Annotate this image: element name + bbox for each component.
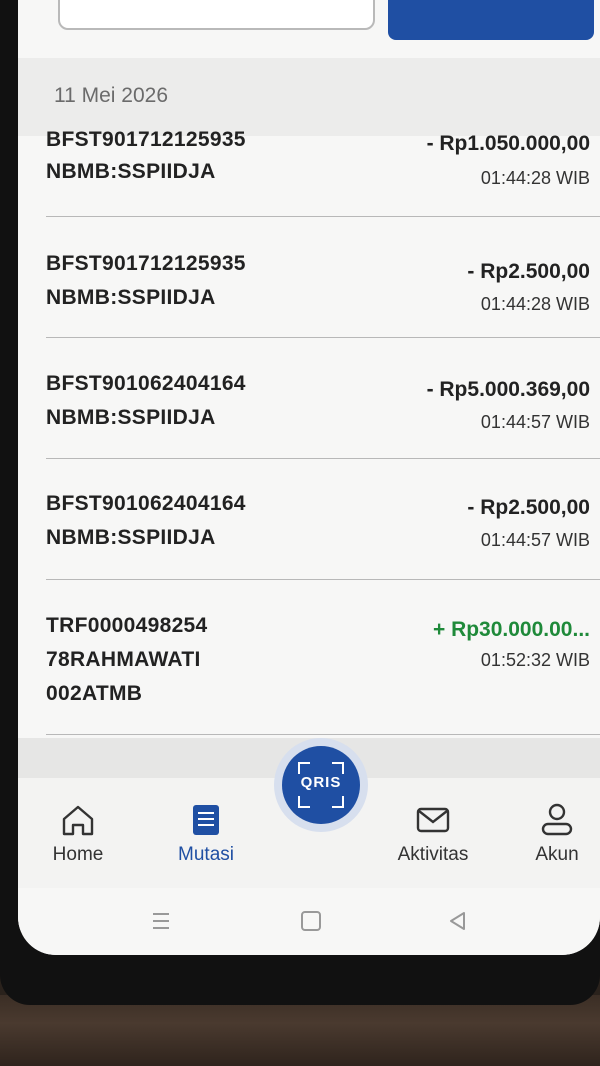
- transaction-desc-line2: 002ATMB: [46, 682, 143, 705]
- table-surface: [0, 995, 600, 1066]
- home-icon: [62, 805, 94, 836]
- recents-icon[interactable]: [146, 906, 176, 936]
- nav-home[interactable]: Home: [23, 778, 133, 866]
- mail-icon: [416, 807, 450, 833]
- transaction-row[interactable]: BFST901712125935 - Rp1.050.000,00 NBMB:S…: [18, 128, 600, 218]
- nav-akun-label: Akun: [535, 844, 579, 865]
- system-nav-bar: [18, 888, 600, 955]
- nav-mutasi[interactable]: Mutasi: [151, 778, 261, 866]
- transaction-ref: BFST901712125935: [46, 252, 246, 275]
- qris-label: QRIS: [300, 774, 342, 791]
- phone-body: 11 Mei 2026 BFST901712125935 - Rp1.050.0…: [0, 0, 600, 1005]
- transaction-desc: NBMB:SSPIIDJA: [46, 406, 216, 429]
- row-divider: [46, 337, 600, 338]
- app-screen: 11 Mei 2026 BFST901712125935 - Rp1.050.0…: [18, 0, 600, 955]
- transaction-ref: BFST901062404164: [46, 372, 246, 395]
- transaction-time: 01:44:57 WIB: [480, 412, 590, 432]
- qris-button[interactable]: QRIS: [282, 746, 360, 824]
- transaction-ref: BFST901062404164: [46, 492, 246, 515]
- filter-button[interactable]: [388, 0, 594, 40]
- scan-corner-icon: [332, 796, 344, 808]
- transaction-desc: 78RAHMAWATI: [46, 648, 201, 671]
- nav-home-label: Home: [52, 844, 104, 865]
- back-icon[interactable]: [442, 906, 472, 936]
- filter-field[interactable]: [58, 0, 375, 30]
- date-label: 11 Mei 2026: [54, 84, 169, 107]
- row-divider: [46, 216, 600, 217]
- home-system-icon[interactable]: [296, 906, 326, 936]
- transaction-ref: BFST901712125935: [46, 128, 246, 151]
- transaction-desc: NBMB:SSPIIDJA: [46, 526, 216, 549]
- nav-akun[interactable]: Akun: [502, 778, 600, 866]
- transaction-time: 01:44:57 WIB: [480, 530, 590, 550]
- transaction-row[interactable]: TRF0000498254 + Rp30.000.00... 78RAHMAWA…: [18, 614, 600, 734]
- transaction-amount: - Rp5.000.369,00: [426, 378, 590, 401]
- list-icon: [193, 805, 219, 835]
- nav-aktivitas[interactable]: Aktivitas: [378, 778, 488, 866]
- scan-corner-icon: [332, 762, 344, 774]
- transaction-time: 01:52:32 WIB: [480, 650, 590, 670]
- scan-corner-icon: [298, 762, 310, 774]
- transaction-amount: + Rp30.000.00...: [432, 618, 590, 641]
- transaction-amount: - Rp2.500,00: [467, 496, 590, 519]
- transaction-time: 01:44:28 WIB: [480, 168, 590, 188]
- nav-mutasi-label: Mutasi: [178, 844, 234, 865]
- row-divider: [46, 734, 600, 735]
- transaction-row[interactable]: BFST901712125935 - Rp2.500,00 NBMB:SSPII…: [18, 252, 600, 342]
- transaction-time: 01:44:28 WIB: [480, 294, 590, 314]
- transaction-row[interactable]: BFST901062404164 - Rp5.000.369,00 NBMB:S…: [18, 372, 600, 462]
- user-icon: [541, 803, 573, 836]
- transaction-desc: NBMB:SSPIIDJA: [46, 160, 216, 183]
- scan-corner-icon: [298, 796, 310, 808]
- transaction-amount: - Rp1.050.000,00: [426, 132, 590, 155]
- transaction-desc: NBMB:SSPIIDJA: [46, 286, 216, 309]
- row-divider: [46, 579, 600, 580]
- nav-aktivitas-label: Aktivitas: [397, 844, 469, 865]
- transaction-row[interactable]: BFST901062404164 - Rp2.500,00 NBMB:SSPII…: [18, 492, 600, 582]
- row-divider: [46, 458, 600, 459]
- transaction-amount: - Rp2.500,00: [467, 260, 590, 283]
- transaction-ref: TRF0000498254: [46, 614, 208, 637]
